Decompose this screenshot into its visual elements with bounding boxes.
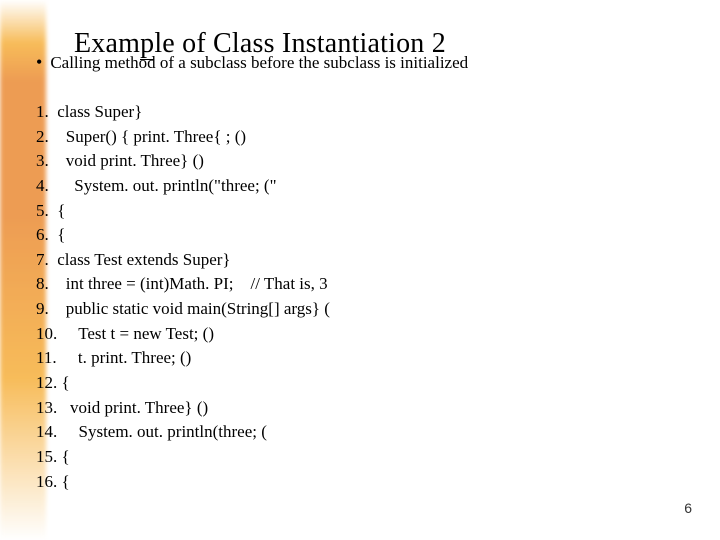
- bullet-dot-icon: •: [36, 52, 42, 73]
- code-line: 16. {: [36, 470, 330, 495]
- page-number: 6: [684, 500, 692, 516]
- code-block: 1. class Super}2. Super() { print. Three…: [36, 100, 330, 494]
- code-line: 11. t. print. Three; (): [36, 346, 330, 371]
- code-line: 2. Super() { print. Three{ ; (): [36, 125, 330, 150]
- code-line: 4. System. out. println("three; (": [36, 174, 330, 199]
- code-line: 8. int three = (int)Math. PI; // That is…: [36, 272, 330, 297]
- code-line: 1. class Super}: [36, 100, 330, 125]
- code-line: 10. Test t = new Test; (): [36, 322, 330, 347]
- code-line: 5. {: [36, 199, 330, 224]
- bullet-row: • Calling method of a subclass before th…: [36, 52, 468, 73]
- code-line: 7. class Test extends Super}: [36, 248, 330, 273]
- code-line: 9. public static void main(String[] args…: [36, 297, 330, 322]
- code-line: 12. {: [36, 371, 330, 396]
- code-line: 14. System. out. println(three; (: [36, 420, 330, 445]
- bullet-text: Calling method of a subclass before the …: [50, 53, 468, 73]
- code-line: 6. {: [36, 223, 330, 248]
- code-line: 13. void print. Three} (): [36, 396, 330, 421]
- code-line: 15. {: [36, 445, 330, 470]
- slide: Example of Class Instantiation 2 • Calli…: [0, 0, 720, 540]
- code-line: 3. void print. Three} (): [36, 149, 330, 174]
